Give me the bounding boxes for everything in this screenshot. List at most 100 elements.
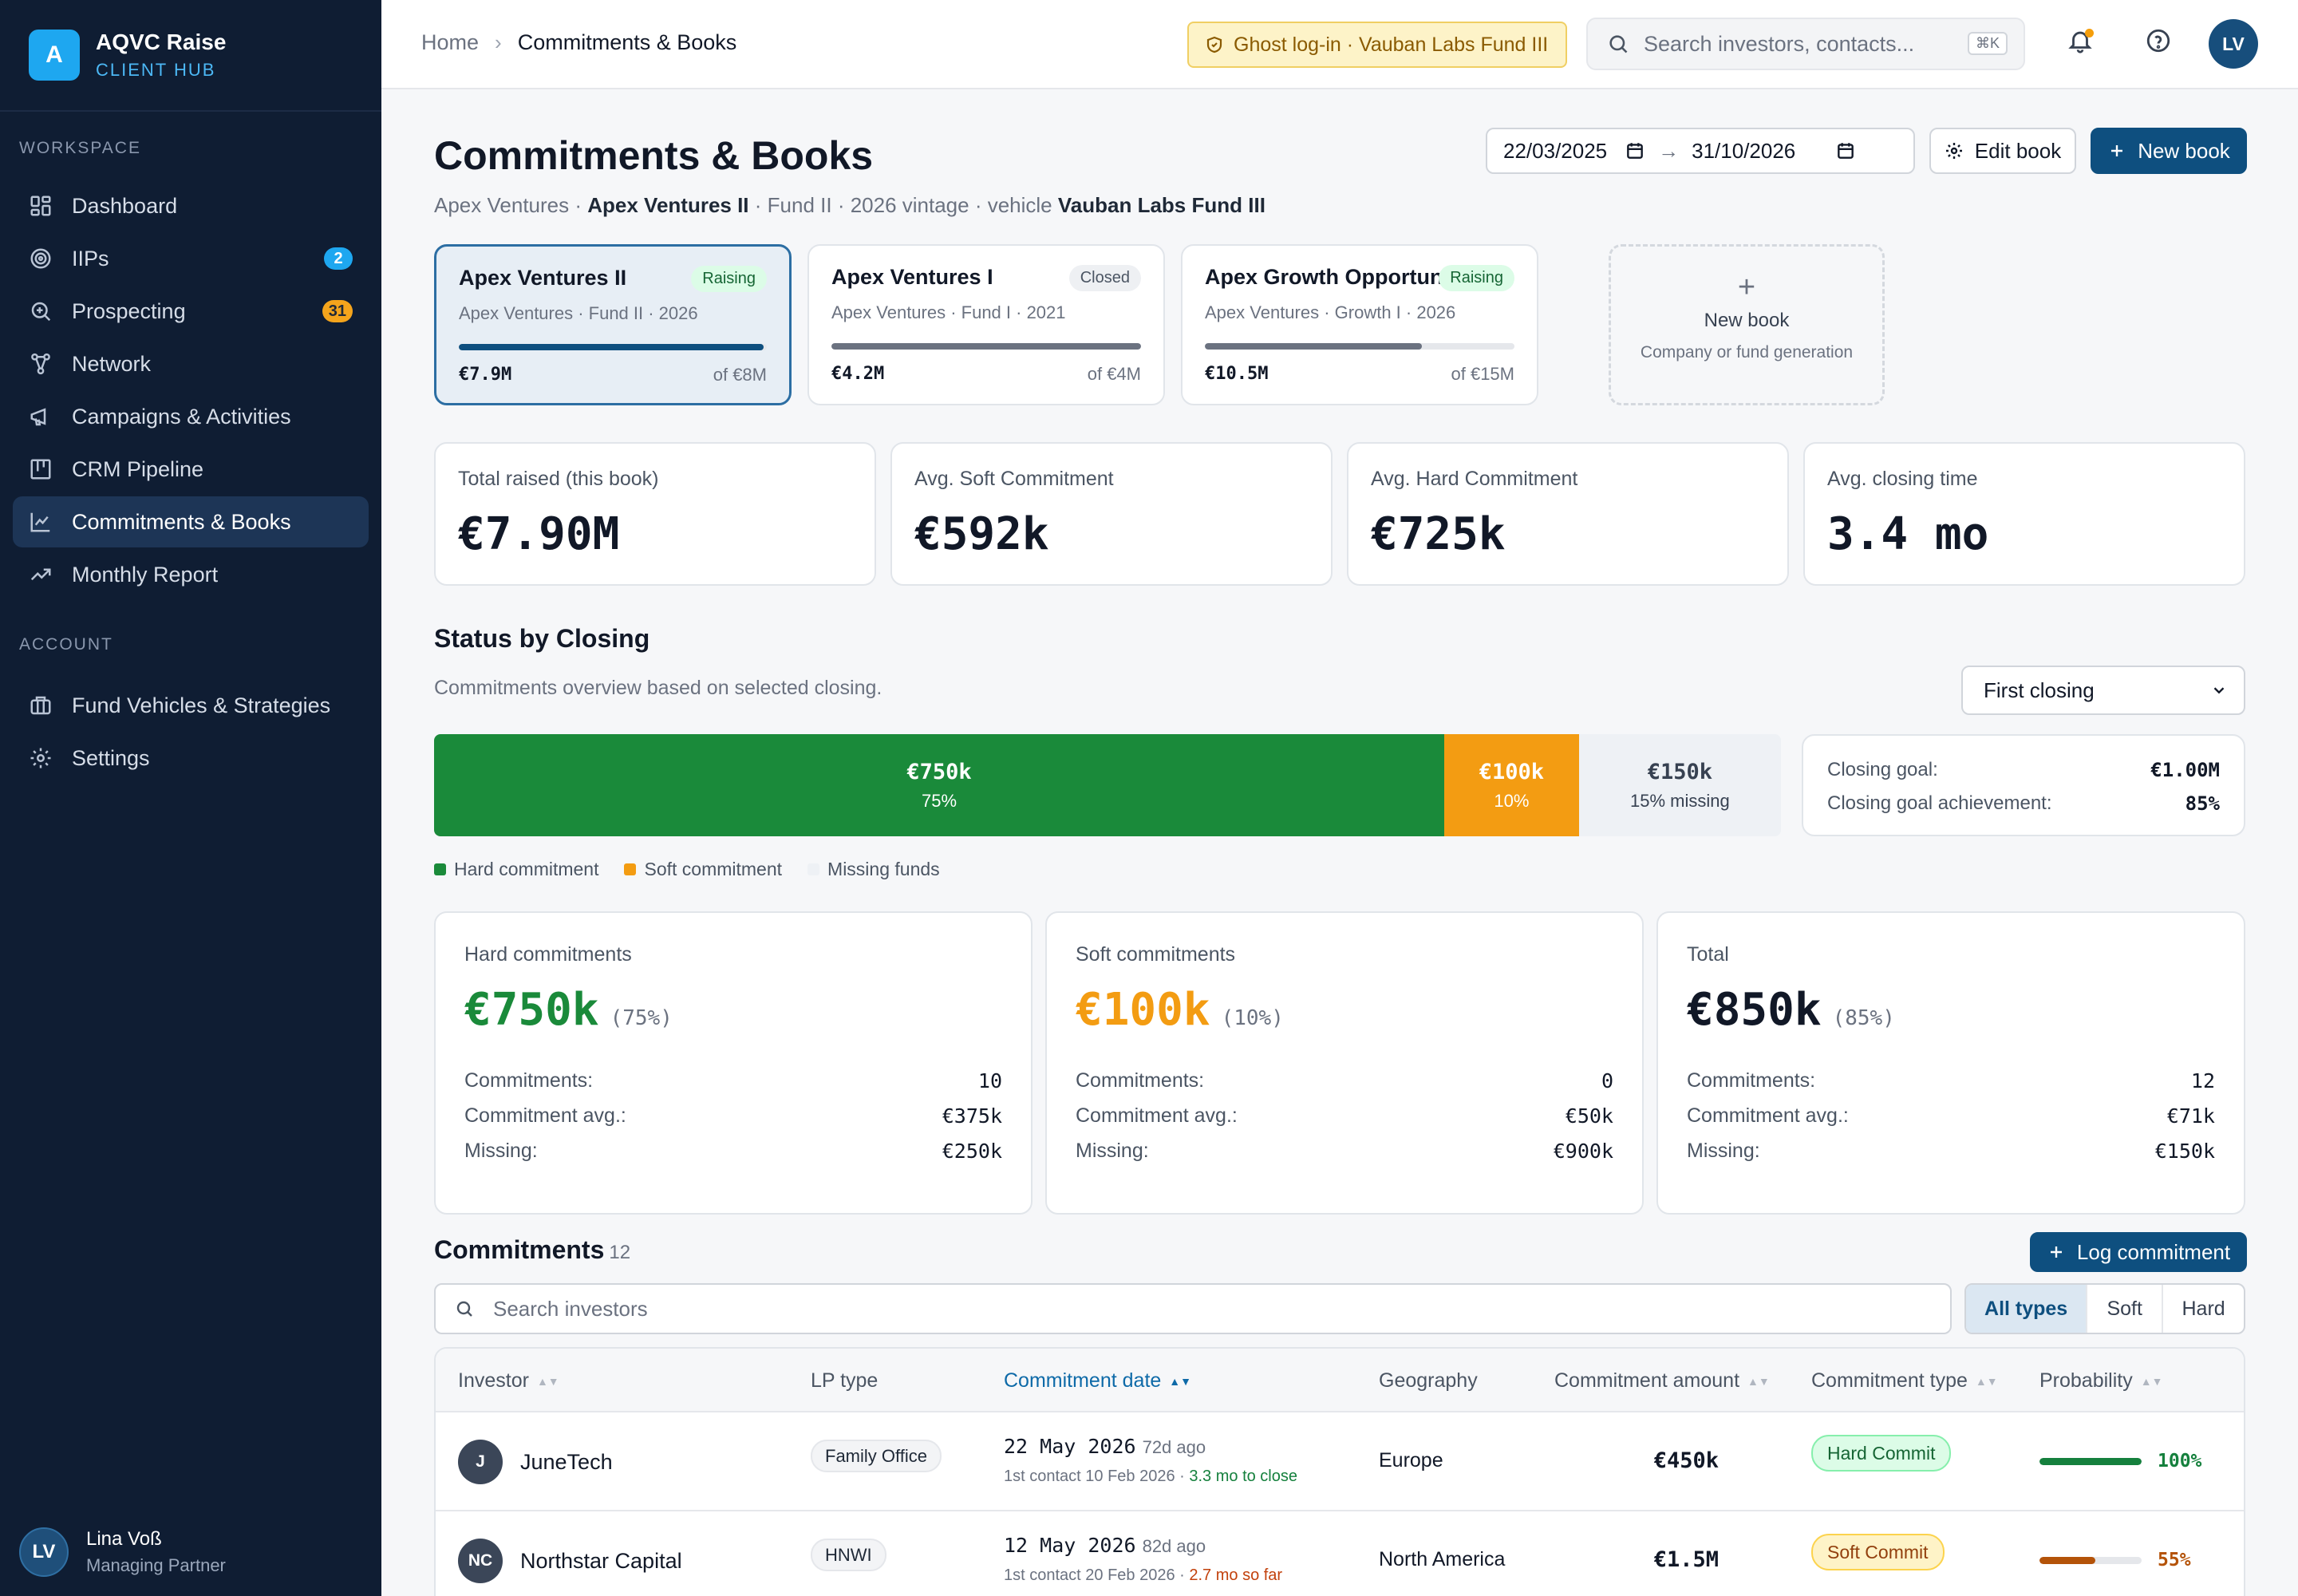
filter-hard[interactable]: Hard [2162,1285,2244,1333]
summary-label: Hard commitments [464,943,632,966]
column-commitment-amount[interactable]: Commitment amount ▲▼ [1554,1369,1770,1393]
arrow-right-icon: → [1658,138,1680,163]
kpi-total-raised: Total raised (this book) €7.90M [434,442,876,586]
breadcrumb: Home › Commitments & Books [421,30,736,55]
investor-name[interactable]: Northstar Capital [520,1549,682,1574]
sidebar-item-iips[interactable]: IIPs 2 [13,233,369,284]
shield-icon [1206,36,1222,53]
date-from-field[interactable]: 22/03/2025 [1503,139,1645,164]
column-label: Commitment type [1811,1369,1968,1392]
table-row[interactable]: NC Northstar Capital HNWI 12 May 2026 82d… [436,1511,2244,1596]
commitment-date: 22 May 2026 [1004,1435,1136,1458]
table-row[interactable]: J JuneTech Family Office 22 May 2026 72d … [436,1412,2244,1511]
calendar-icon[interactable] [1625,140,1645,161]
soft-commitment-segment[interactable]: €100k 10% [1444,734,1579,836]
sidebar-item-fund-vehicles[interactable]: Fund Vehicles & Strategies [13,680,369,731]
calendar-icon[interactable] [1835,140,1856,161]
legend-label: Missing funds [827,859,940,879]
search-icon [1609,35,1628,53]
sidebar-item-network[interactable]: Network [13,338,369,389]
notifications-button[interactable] [2067,27,2099,59]
user-profile[interactable]: LV Lina Voß Managing Partner [19,1527,226,1577]
brand-logo[interactable]: A [29,30,80,81]
filter-soft[interactable]: Soft [2086,1285,2162,1333]
book-card-apex-ventures-ii[interactable]: Apex Ventures II Raising Apex Ventures ·… [434,244,792,405]
filter-all-types[interactable]: All types [1966,1285,2087,1333]
column-commitment-type[interactable]: Commitment type ▲▼ [1811,1369,1998,1393]
goal-achievement-value: 85% [2185,792,2220,815]
summary-amount: €750k [464,984,599,1036]
gear-icon [1945,143,1962,159]
date-to-field[interactable]: 31/10/2026 [1692,139,1856,164]
closing-goal-label: Closing goal: [1827,759,1938,780]
book-goal: of €15M [1451,364,1515,384]
kpi-avg-closing-time: Avg. closing time 3.4 mo [1803,442,2245,586]
ghost-login-badge[interactable]: Ghost log-in · Vauban Labs Fund III [1187,22,1567,68]
column-probability[interactable]: Probability ▲▼ [2039,1369,2162,1393]
breadcrumb-home[interactable]: Home [421,30,479,55]
sidebar-item-label: Dashboard [72,193,178,218]
trend-icon [29,563,53,587]
commitment-type-cell: Soft Commit [1811,1534,1945,1570]
legend-swatch [624,863,637,875]
summary-amount: €850k [1687,984,1822,1036]
column-geography: Geography [1379,1369,1478,1393]
date-ago: 72d ago [1142,1437,1206,1457]
status-badge: Raising [691,266,767,292]
sidebar-item-dashboard[interactable]: Dashboard [13,180,369,231]
date-to-value: 31/10/2026 [1692,138,1796,163]
commitment-date-cell: 12 May 2026 82d ago 1st contact 20 Feb 20… [1004,1534,1282,1585]
column-investor[interactable]: Investor ▲▼ [458,1369,559,1393]
sidebar-item-label: IIPs [72,246,109,271]
first-contact: 1st contact 10 Feb 2026 · [1004,1468,1185,1485]
legend-label: Soft commitment [644,859,783,879]
closing-stacked-bar: €750k 75% €100k 10% €150k 15% missing [434,734,1781,836]
new-book-card[interactable]: + New book Company or fund generation [1609,244,1885,405]
search-icon [456,1301,472,1317]
kanban-icon [29,457,53,481]
sidebar-item-label: Commitments & Books [72,509,291,534]
book-card-apex-growth[interactable]: Apex Growth Opportunities Raising Apex V… [1181,244,1538,405]
sidebar-item-campaigns[interactable]: Campaigns & Activities [13,391,369,442]
global-search-input[interactable]: Search investors, contacts... ⌘K [1586,18,2025,70]
new-book-button[interactable]: New book [2091,128,2247,174]
row-label: Commitments: [464,1069,594,1092]
subtitle-vehicle: Vauban Labs Fund III [1057,193,1265,217]
sidebar-item-commitments-books[interactable]: Commitments & Books [13,496,369,547]
help-button[interactable] [2145,27,2177,59]
dashboard-icon [29,194,53,218]
probability-cell: 55% [2039,1550,2191,1570]
sidebar-item-settings[interactable]: Settings [13,733,369,784]
book-card-apex-ventures-i[interactable]: Apex Ventures I Closed Apex Ventures · F… [807,244,1165,405]
hard-commit-badge: Hard Commit [1811,1435,1952,1472]
sidebar-item-crm-pipeline[interactable]: CRM Pipeline [13,444,369,495]
investor-search-input[interactable]: Search investors [434,1283,1952,1334]
commitment-type-cell: Hard Commit [1811,1435,1952,1472]
briefcase-icon [29,693,53,717]
legend-swatch [807,863,820,875]
column-commitment-date[interactable]: Commitment date ▲▼ [1004,1369,1191,1393]
edit-book-button[interactable]: Edit book [1929,128,2076,174]
segment-percent: 15% missing [1630,790,1730,811]
log-commitment-button[interactable]: Log commitment [2030,1232,2247,1272]
summary-amount: €100k [1076,984,1210,1036]
closing-select[interactable]: First closing [1961,666,2245,715]
book-raised: €10.5M [1205,364,1269,384]
segment-amount: €750k [906,759,972,784]
search-shortcut: ⌘K [1967,32,2008,55]
sort-icon: ▲▼ [536,1374,559,1388]
sidebar-item-monthly-report[interactable]: Monthly Report [13,549,369,600]
user-avatar-button[interactable]: LV [2209,19,2258,69]
book-goal: of €4M [1087,364,1141,384]
row-label: Commitment avg.: [464,1104,626,1127]
date-range-picker[interactable]: 22/03/2025 → 31/10/2026 [1486,128,1915,174]
user-role: Managing Partner [86,1555,226,1575]
segment-amount: €150k [1647,759,1713,784]
segment-percent: 10% [1494,790,1530,811]
investor-name[interactable]: JuneTech [520,1450,613,1475]
book-progress-fill [831,343,1141,350]
plus-icon [2111,145,2123,156]
sidebar-item-prospecting[interactable]: Prospecting 31 [13,286,369,337]
hard-commitment-segment[interactable]: €750k 75% [434,734,1444,836]
missing-funds-segment[interactable]: €150k 15% missing [1578,734,1781,836]
